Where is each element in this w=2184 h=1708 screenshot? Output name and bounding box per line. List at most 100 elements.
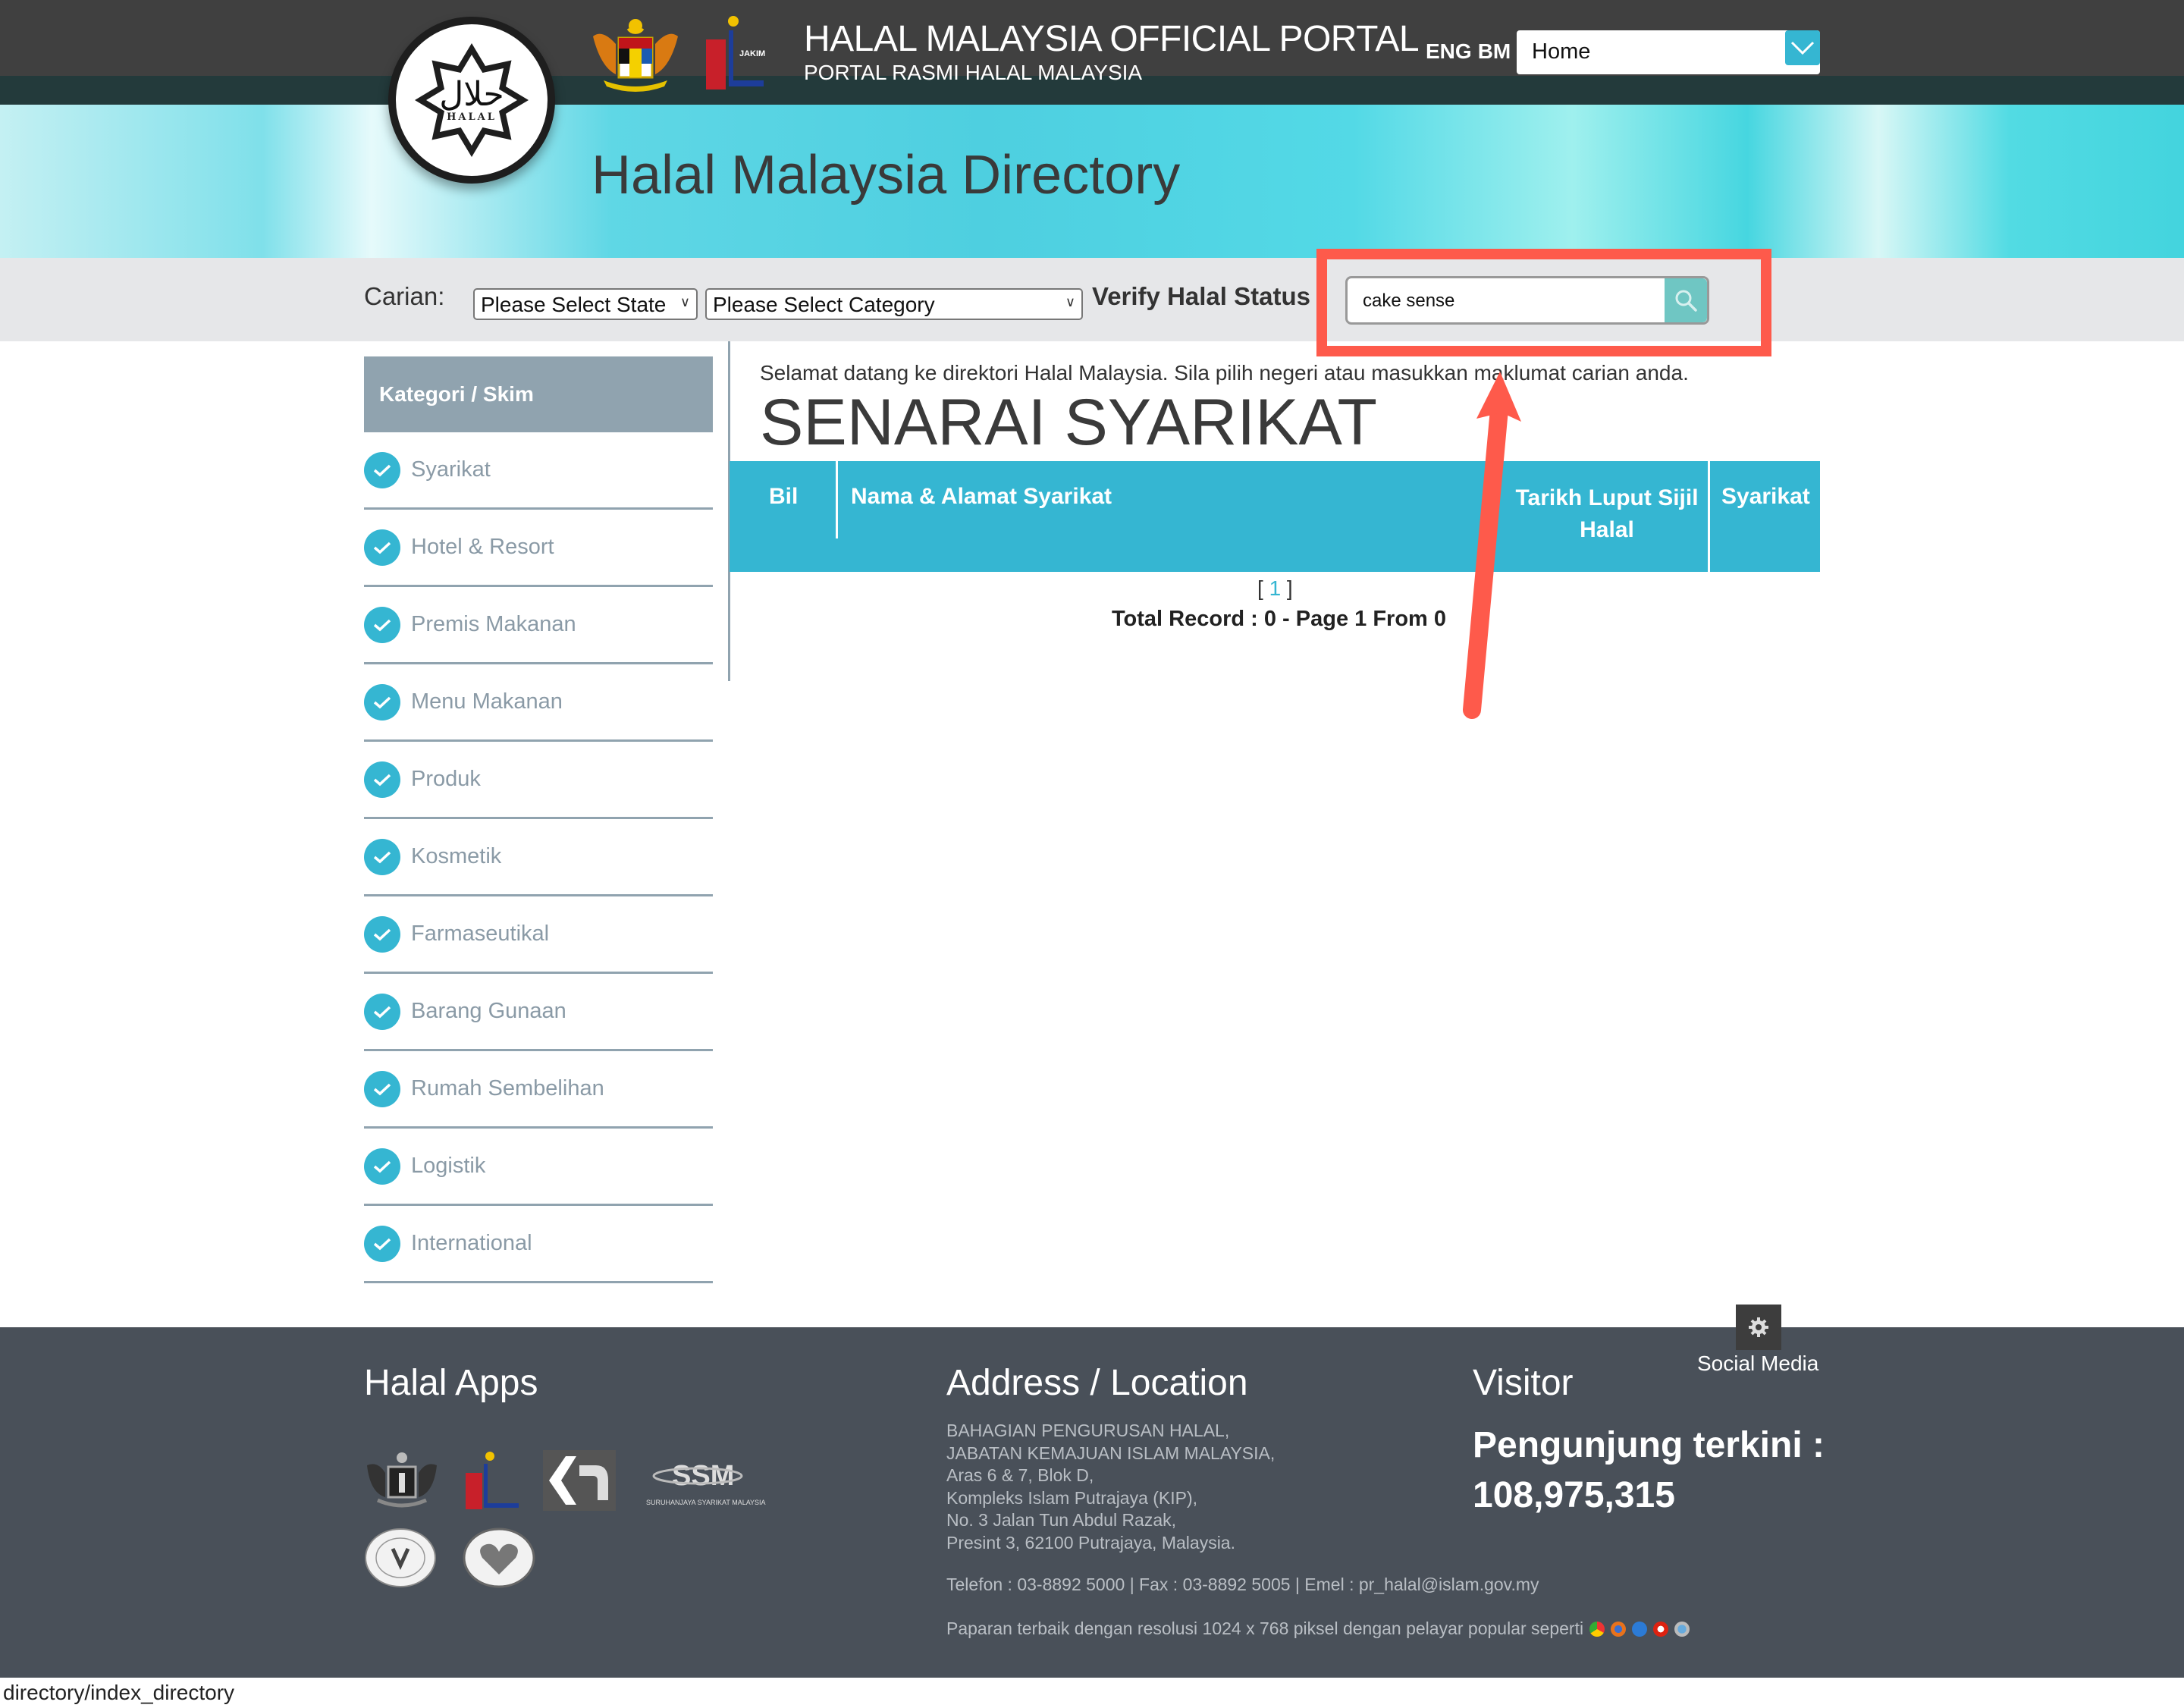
visitor-label: Pengunjung terkini :	[1473, 1425, 1825, 1465]
column-bil: Bil	[769, 484, 799, 509]
visitor-heading: Visitor	[1473, 1363, 1574, 1403]
best-view-text: Paparan terbaik dengan resolusi 1024 x 7…	[946, 1619, 1690, 1639]
jakim-app-icon[interactable]	[464, 1450, 522, 1511]
halal-apps-heading: Halal Apps	[364, 1363, 538, 1403]
check-circle-icon	[364, 1225, 400, 1262]
sidebar-item-label: Premis Makanan	[411, 612, 576, 636]
state-select-value: Please Select State	[481, 293, 667, 316]
status-bar-url: directory/index_directory	[3, 1681, 235, 1704]
sidebar-item[interactable]: Farmaseutikal	[364, 896, 713, 974]
check-circle-icon	[364, 529, 400, 566]
check-circle-icon	[364, 1148, 400, 1185]
column-tarikh-line2: Halal	[1580, 517, 1634, 542]
ssm-app-icon[interactable]: SSM SURUHANJAYA SYARIKAT MALAYSIA	[645, 1450, 766, 1511]
check-circle-icon	[364, 993, 400, 1030]
total-record-text: Total Record : 0 - Page 1 From 0	[1112, 607, 1447, 631]
check-circle-icon	[364, 606, 400, 643]
logo-inner: حلال HALAL	[426, 55, 517, 146]
veterinary-app-icon[interactable]	[362, 1527, 438, 1588]
page-link-1[interactable]: 1	[1269, 576, 1282, 600]
column-syarikat: Syarikat	[1721, 484, 1810, 509]
pager-bracket-open: [	[1257, 576, 1269, 600]
consumer-app-icon[interactable]	[461, 1527, 537, 1588]
page-title: Halal Malaysia Directory	[592, 145, 1181, 206]
column-nama-alamat: Nama & Alamat Syarikat	[851, 484, 1112, 509]
column-separator	[1708, 461, 1710, 572]
check-circle-icon	[364, 838, 400, 875]
sidebar-item[interactable]: Syarikat	[364, 432, 713, 510]
sidebar-item-label: Hotel & Resort	[411, 535, 554, 559]
sidebar-item-label: Farmaseutikal	[411, 922, 550, 946]
portal-subtitle: PORTAL RASMI HALAL MALAYSIA	[804, 61, 1143, 84]
malaysia-government-app-icon[interactable]	[362, 1450, 441, 1511]
safari-icon	[1674, 1621, 1690, 1637]
best-view-label: Paparan terbaik dengan resolusi 1024 x 7…	[946, 1619, 1584, 1638]
contact-info: Telefon : 03-8892 5000 | Fax : 03-8892 5…	[946, 1575, 1539, 1594]
verify-halal-status-label: Verify Halal Status	[1092, 282, 1310, 310]
sidebar-item-label: Logistik	[411, 1154, 486, 1178]
results-table-header: Bil Nama & Alamat Syarikat Tarikh Luput …	[730, 461, 1820, 572]
sidebar-item[interactable]: Hotel & Resort	[364, 510, 713, 587]
check-circle-icon	[364, 761, 400, 798]
pager-bracket-close: ]	[1281, 576, 1293, 600]
sidebar-item[interactable]: Rumah Sembelihan	[364, 1051, 713, 1129]
language-switcher: ENG BM	[1426, 39, 1517, 64]
internet-explorer-icon	[1632, 1621, 1648, 1637]
sidebar-heading: Kategori / Skim	[364, 356, 713, 432]
visitor-count: 108,975,315	[1473, 1475, 1675, 1515]
sidebar-item-label: Barang Gunaan	[411, 999, 566, 1023]
category-select[interactable]: Please Select Category ∨	[705, 288, 1083, 320]
chevron-down-icon: ∨	[679, 294, 690, 309]
check-circle-icon	[364, 915, 400, 953]
annotation-highlight-box	[1316, 249, 1771, 356]
malaysia-coat-of-arms-icon	[593, 19, 678, 92]
sidebar-item-label: Rumah Sembelihan	[411, 1076, 604, 1100]
welcome-text: Selamat datang ke direktori Halal Malays…	[760, 361, 1689, 385]
pagination: [ 1 ]	[1257, 576, 1293, 601]
search-label: Carian:	[364, 282, 445, 310]
address-text: BAHAGIAN PENGURUSAN HALAL, JABATAN KEMAJ…	[946, 1421, 1276, 1553]
gear-icon	[1749, 1317, 1768, 1337]
column-tarikh-line1: Tarikh Luput Sijil	[1515, 485, 1699, 510]
sidebar-item-label: Kosmetik	[411, 844, 502, 868]
logo-halal-text: HALAL	[447, 111, 497, 123]
portal-title: HALAL MALAYSIA OFFICIAL PORTAL	[804, 19, 1420, 59]
jakim-label: JAKIM	[739, 49, 765, 58]
sidebar-item[interactable]: Premis Makanan	[364, 587, 713, 664]
sidebar-item[interactable]: Menu Makanan	[364, 664, 713, 742]
svg-text:SSM: SSM	[672, 1460, 734, 1492]
check-circle-icon	[364, 1070, 400, 1107]
sidebar-item[interactable]: International	[364, 1206, 713, 1283]
navigation-select[interactable]: Home	[1517, 30, 1820, 74]
social-media-toggle[interactable]	[1736, 1305, 1781, 1350]
opera-icon	[1653, 1621, 1669, 1637]
jakim-logo-icon: JAKIM	[706, 16, 765, 89]
ssm-label: SURUHANJAYA SYARIKAT MALAYSIA	[646, 1499, 766, 1506]
address-heading: Address / Location	[946, 1363, 1248, 1403]
column-tarikh-luput: Tarikh Luput Sijil Halal	[1511, 482, 1703, 546]
check-circle-icon	[364, 683, 400, 721]
chrome-icon	[1589, 1621, 1605, 1637]
halal-app-icon[interactable]	[543, 1450, 616, 1511]
column-separator	[836, 461, 838, 538]
social-media-label[interactable]: Social Media	[1697, 1352, 1818, 1376]
halal-malaysia-logo[interactable]: حلال HALAL	[388, 17, 555, 184]
lang-bm-link[interactable]: BM	[1478, 39, 1511, 63]
sidebar-item[interactable]: Produk	[364, 742, 713, 819]
sidebar-item[interactable]: Barang Gunaan	[364, 974, 713, 1051]
sidebar-item[interactable]: Logistik	[364, 1129, 713, 1206]
navigation-select-value: Home	[1532, 39, 1591, 64]
sidebar-item-label: Syarikat	[411, 457, 491, 482]
sidebar-item[interactable]: Kosmetik	[364, 819, 713, 896]
logo-arabic-text: حلال	[439, 74, 504, 114]
company-list-heading: SENARAI SYARIKAT	[760, 386, 1378, 459]
sidebar-item-label: Menu Makanan	[411, 689, 563, 714]
firefox-icon	[1611, 1621, 1627, 1637]
category-select-value: Please Select Category	[713, 293, 935, 316]
chevron-down-icon[interactable]	[1785, 30, 1820, 65]
sidebar-item-label: International	[411, 1231, 532, 1255]
chevron-down-icon: ∨	[1065, 294, 1075, 309]
sidebar-item-label: Produk	[411, 767, 481, 791]
state-select[interactable]: Please Select State ∨	[473, 288, 698, 320]
lang-eng-link[interactable]: ENG	[1426, 39, 1472, 63]
